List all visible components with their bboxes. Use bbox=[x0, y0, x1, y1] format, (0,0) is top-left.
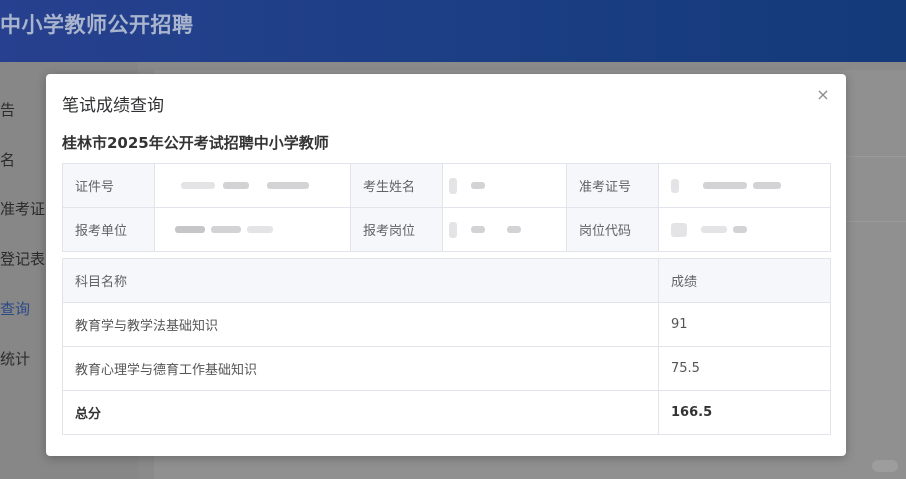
subject-score: 91 bbox=[658, 302, 831, 347]
redacted-mark bbox=[671, 222, 687, 237]
watermark-badge bbox=[872, 460, 898, 472]
redacted-mark bbox=[471, 226, 486, 233]
score-table-header: 科目名称 成绩 bbox=[62, 258, 831, 303]
close-icon[interactable]: × bbox=[814, 86, 832, 104]
redacted-mark bbox=[449, 221, 457, 238]
redacted-mark bbox=[267, 182, 310, 189]
header-title: 中小学教师公开招聘 bbox=[0, 13, 194, 37]
subject-name: 教育心理学与德育工作基础知识 bbox=[62, 346, 659, 391]
redacted-mark bbox=[753, 182, 782, 189]
redacted-mark bbox=[733, 226, 748, 233]
position-code-value bbox=[658, 207, 831, 252]
sidebar-item-score-query[interactable]: 查询 bbox=[0, 298, 30, 319]
table-row: 教育心理学与德育工作基础知识 75.5 bbox=[62, 346, 831, 391]
position-code-label: 岗位代码 bbox=[566, 207, 659, 252]
table-row: 教育学与教学法基础知识 91 bbox=[62, 302, 831, 347]
info-row: 证件号 考生姓名 准考证号 bbox=[62, 163, 831, 208]
ticket-number-value bbox=[658, 163, 831, 208]
redacted-mark bbox=[701, 226, 728, 233]
redacted-mark bbox=[471, 182, 486, 189]
sidebar-item-statistics[interactable]: 统计 bbox=[0, 348, 30, 369]
info-row: 报考单位 报考岗位 岗位代码 bbox=[62, 207, 831, 252]
total-score: 166.5 bbox=[658, 390, 831, 435]
sidebar-item-admission-ticket[interactable]: 准考证 bbox=[0, 198, 45, 219]
sidebar-item-announcement[interactable]: 告 bbox=[0, 99, 15, 120]
score-query-dialog: 笔试成绩查询 × 桂林市2025年公开考试招聘中小学教师 证件号 考生姓名 准考… bbox=[46, 74, 846, 456]
redacted-mark bbox=[449, 177, 457, 194]
employer-label: 报考单位 bbox=[62, 207, 155, 252]
employer-value bbox=[154, 207, 351, 252]
redacted-mark bbox=[507, 226, 522, 233]
position-label: 报考岗位 bbox=[350, 207, 443, 252]
total-row: 总分 166.5 bbox=[62, 390, 831, 435]
candidate-info-table: 证件号 考生姓名 准考证号 报考单位 报考岗位 岗位代码 bbox=[62, 163, 831, 252]
score-column-header: 成绩 bbox=[658, 258, 831, 303]
redacted-mark bbox=[175, 226, 205, 233]
redacted-mark bbox=[211, 226, 242, 233]
sidebar-item-registration[interactable]: 名 bbox=[0, 149, 15, 170]
sidebar-item-registration-form[interactable]: 登记表 bbox=[0, 248, 45, 269]
position-value bbox=[442, 207, 567, 252]
subject-score: 75.5 bbox=[658, 346, 831, 391]
subject-name: 教育学与教学法基础知识 bbox=[62, 302, 659, 347]
redacted-mark bbox=[223, 182, 250, 189]
redacted-mark bbox=[671, 178, 679, 193]
redacted-mark bbox=[247, 226, 274, 233]
dialog-title: 笔试成绩查询 bbox=[62, 96, 164, 116]
redacted-mark bbox=[703, 182, 748, 189]
exam-title: 桂林市2025年公开考试招聘中小学教师 bbox=[62, 134, 329, 152]
id-number-label: 证件号 bbox=[62, 163, 155, 208]
candidate-name-value bbox=[442, 163, 567, 208]
candidate-name-label: 考生姓名 bbox=[350, 163, 443, 208]
score-table: 科目名称 成绩 教育学与教学法基础知识 91 教育心理学与德育工作基础知识 75… bbox=[62, 258, 831, 435]
redacted-mark bbox=[181, 182, 215, 189]
id-number-value bbox=[154, 163, 351, 208]
total-label: 总分 bbox=[62, 390, 659, 435]
subject-column-header: 科目名称 bbox=[62, 258, 659, 303]
top-header-bar: 中小学教师公开招聘 bbox=[0, 0, 906, 62]
ticket-number-label: 准考证号 bbox=[566, 163, 659, 208]
page: 中小学教师公开招聘 告 名 准考证 登记表 查询 统计 笔试成绩查询 × 桂林市… bbox=[0, 0, 906, 479]
